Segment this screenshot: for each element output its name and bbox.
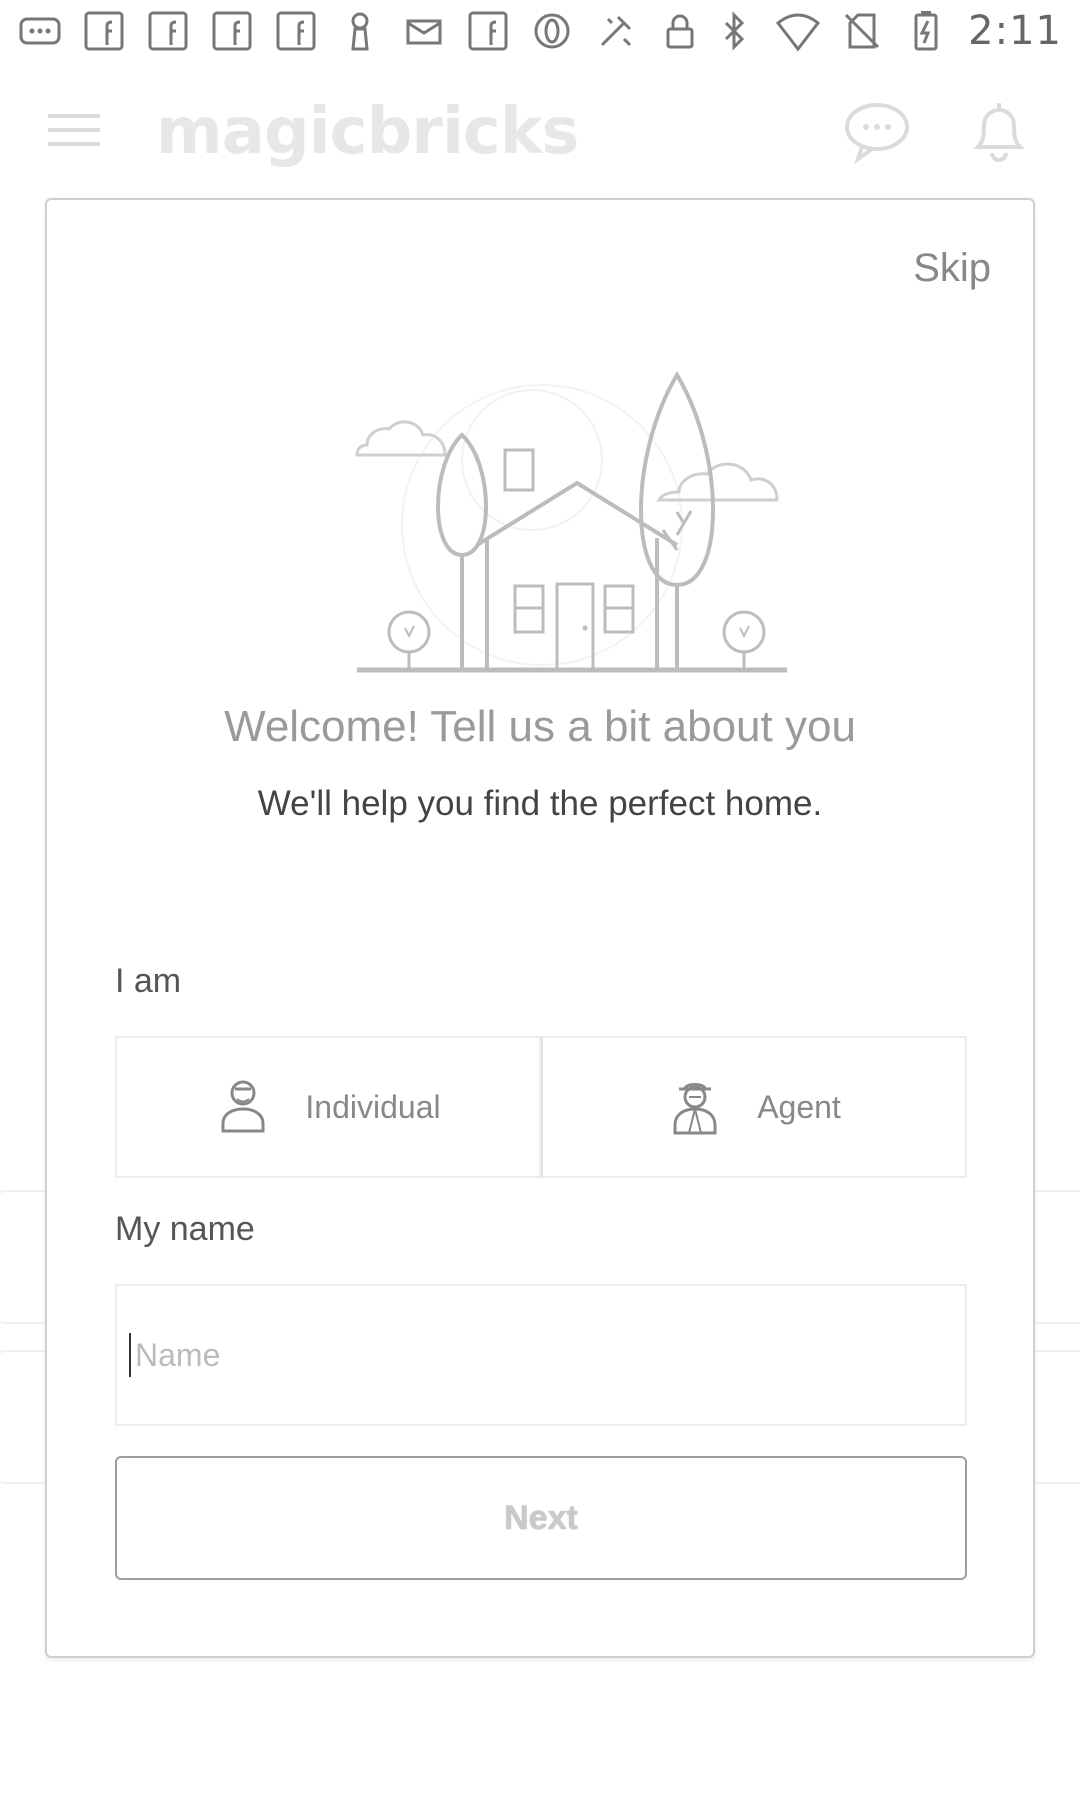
lock-icon <box>658 9 702 53</box>
facebook-icon <box>82 9 126 53</box>
hamburger-menu-icon[interactable] <box>46 108 102 157</box>
opera-icon <box>530 9 574 53</box>
app-bar: magicbricks <box>0 62 1080 202</box>
welcome-subtitle: We'll help you find the perfect home. <box>257 784 823 823</box>
agent-option[interactable]: Agent <box>541 1036 967 1178</box>
individual-label: Individual <box>305 1088 441 1125</box>
agent-icon <box>667 1075 723 1140</box>
facebook-icon <box>274 9 318 53</box>
welcome-title: Welcome! Tell us a bit about you <box>224 702 856 751</box>
bluetooth-icon <box>712 9 756 53</box>
agent-label: Agent <box>757 1088 841 1125</box>
facebook-icon <box>210 9 254 53</box>
facebook-icon <box>466 9 510 53</box>
status-bar: 2:11 <box>0 0 1080 62</box>
my-name-label: My name <box>115 1210 255 1248</box>
screen: 2:11 magicbricks Skip Welcome! Tell us a… <box>0 0 1080 1794</box>
onboarding-dialog: Skip Welcome! Tell us a bit about you We… <box>45 198 1035 1658</box>
status-left-icons <box>18 9 702 53</box>
facebook-icon <box>146 9 190 53</box>
user-type-selector: Individual Agent <box>115 1036 967 1178</box>
brand-logo: magicbricks <box>156 95 579 169</box>
app-bar-actions <box>842 95 1034 170</box>
chat-icon[interactable] <box>842 95 912 170</box>
no-sim-icon <box>840 9 884 53</box>
wifi-icon <box>776 9 821 53</box>
status-right-icons: 2:11 <box>712 8 1062 54</box>
dev-tool-icon <box>594 9 638 53</box>
i-am-label: I am <box>115 962 182 1000</box>
next-button[interactable]: Next <box>115 1456 967 1580</box>
name-field[interactable] <box>115 1284 967 1426</box>
skip-button[interactable]: Skip <box>913 246 991 291</box>
house-illustration <box>287 360 807 720</box>
notification-bell-icon[interactable] <box>964 95 1034 170</box>
mail-icon <box>402 9 446 53</box>
more-icon <box>18 9 62 53</box>
text-cursor <box>129 1333 131 1377</box>
person-icon <box>338 9 382 53</box>
status-time: 2:11 <box>968 8 1062 54</box>
name-input[interactable] <box>133 1335 890 1375</box>
individual-option[interactable]: Individual <box>115 1036 541 1178</box>
individual-icon <box>215 1075 271 1140</box>
battery-charging-icon <box>904 9 948 53</box>
